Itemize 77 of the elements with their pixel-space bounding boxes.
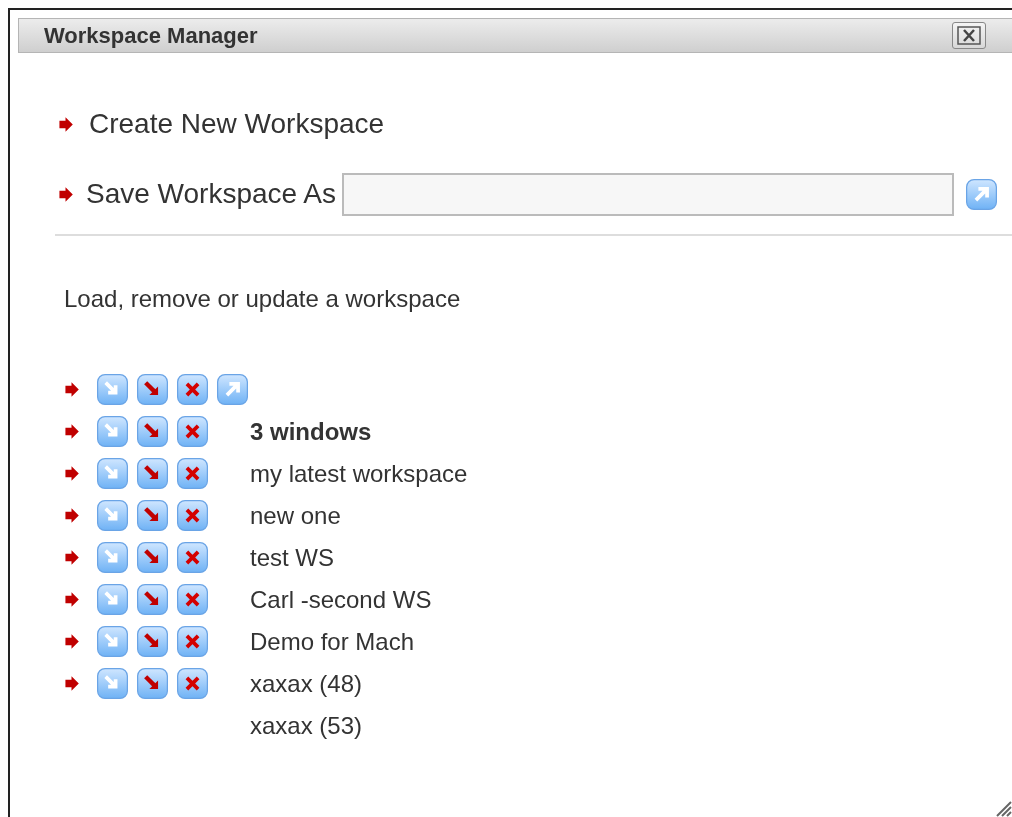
arrow-down-right-icon: [97, 500, 128, 532]
x-icon: [177, 458, 208, 490]
remove-button[interactable]: [177, 626, 208, 658]
arrow-down-right-icon: [97, 416, 128, 448]
bullet-icon: [63, 465, 80, 483]
arrow-down-right-icon: [97, 584, 128, 616]
workspace-name[interactable]: 3 windows: [250, 413, 372, 450]
remove-button[interactable]: [177, 500, 208, 532]
workspace-name[interactable]: my latest workspace: [250, 455, 468, 492]
window-title: Workspace Manager: [44, 22, 258, 50]
arrow-down-right-icon: [137, 584, 168, 616]
load-button[interactable]: [97, 416, 128, 448]
arrow-down-right-icon: [137, 500, 168, 532]
remove-button[interactable]: [177, 374, 208, 406]
update-button[interactable]: [137, 500, 168, 532]
remove-button[interactable]: [177, 542, 208, 574]
update-button[interactable]: [137, 668, 168, 700]
x-icon: [177, 542, 208, 574]
load-button[interactable]: [97, 668, 128, 700]
workspace-name[interactable]: test WS: [250, 539, 334, 576]
arrow-down-right-icon: [137, 416, 168, 448]
arrow-down-right-icon: [97, 374, 128, 406]
x-icon: [177, 500, 208, 532]
arrow-down-right-icon: [137, 668, 168, 700]
section-label: Load, remove or update a workspace: [64, 283, 462, 314]
x-icon: [177, 584, 208, 616]
arrow-down-right-icon: [137, 374, 168, 406]
close-icon: [957, 26, 981, 45]
bullet-icon: [57, 185, 74, 203]
load-button[interactable]: [97, 584, 128, 616]
arrow-down-right-icon: [97, 542, 128, 574]
bullet-icon: [63, 423, 80, 441]
update-button[interactable]: [137, 542, 168, 574]
workspace-name[interactable]: new one: [250, 497, 341, 534]
x-icon: [177, 668, 208, 700]
workspace-name[interactable]: xaxax (48): [250, 665, 363, 702]
update-button[interactable]: [137, 458, 168, 490]
bullet-icon: [63, 591, 80, 609]
workspace-name[interactable]: Carl -second WS: [250, 581, 432, 618]
load-button[interactable]: [97, 626, 128, 658]
arrow-down-right-icon: [97, 458, 128, 490]
arrow-down-right-icon: [137, 458, 168, 490]
workspace-name[interactable]: Demo for Mach: [250, 623, 415, 660]
update-button[interactable]: [137, 584, 168, 616]
bullet-icon: [63, 507, 80, 525]
load-button[interactable]: [97, 542, 128, 574]
arrow-down-right-icon: [137, 626, 168, 658]
bullet-icon: [63, 675, 80, 693]
create-workspace-link[interactable]: Create New Workspace: [89, 109, 385, 140]
workspace-name[interactable]: xaxax (53): [250, 707, 363, 744]
update-button[interactable]: [137, 626, 168, 658]
x-icon: [177, 374, 208, 406]
remove-button[interactable]: [177, 458, 208, 490]
workspace-name-field[interactable]: [342, 172, 955, 216]
arrow-down-right-icon: [137, 542, 168, 574]
save-button[interactable]: [966, 178, 998, 210]
update-button[interactable]: [137, 416, 168, 448]
bullet-icon: [63, 381, 80, 399]
bullet-icon: [63, 549, 80, 567]
bullet-icon: [57, 115, 74, 133]
arrow-down-right-icon: [97, 626, 128, 658]
x-icon: [177, 416, 208, 448]
save-workspace-label: Save Workspace As: [86, 178, 337, 210]
save-button[interactable]: [217, 374, 248, 406]
load-button[interactable]: [97, 458, 128, 490]
update-button[interactable]: [137, 374, 168, 406]
load-button[interactable]: [97, 500, 128, 532]
remove-button[interactable]: [177, 416, 208, 448]
x-icon: [177, 626, 208, 658]
remove-button[interactable]: [177, 584, 208, 616]
arrow-up-right-icon: [217, 374, 248, 406]
arrow-down-right-icon: [97, 668, 128, 700]
close-button[interactable]: [952, 22, 986, 49]
remove-button[interactable]: [177, 668, 208, 700]
bullet-icon: [63, 633, 80, 651]
load-button[interactable]: [97, 374, 128, 406]
arrow-up-right-icon: [966, 178, 998, 210]
